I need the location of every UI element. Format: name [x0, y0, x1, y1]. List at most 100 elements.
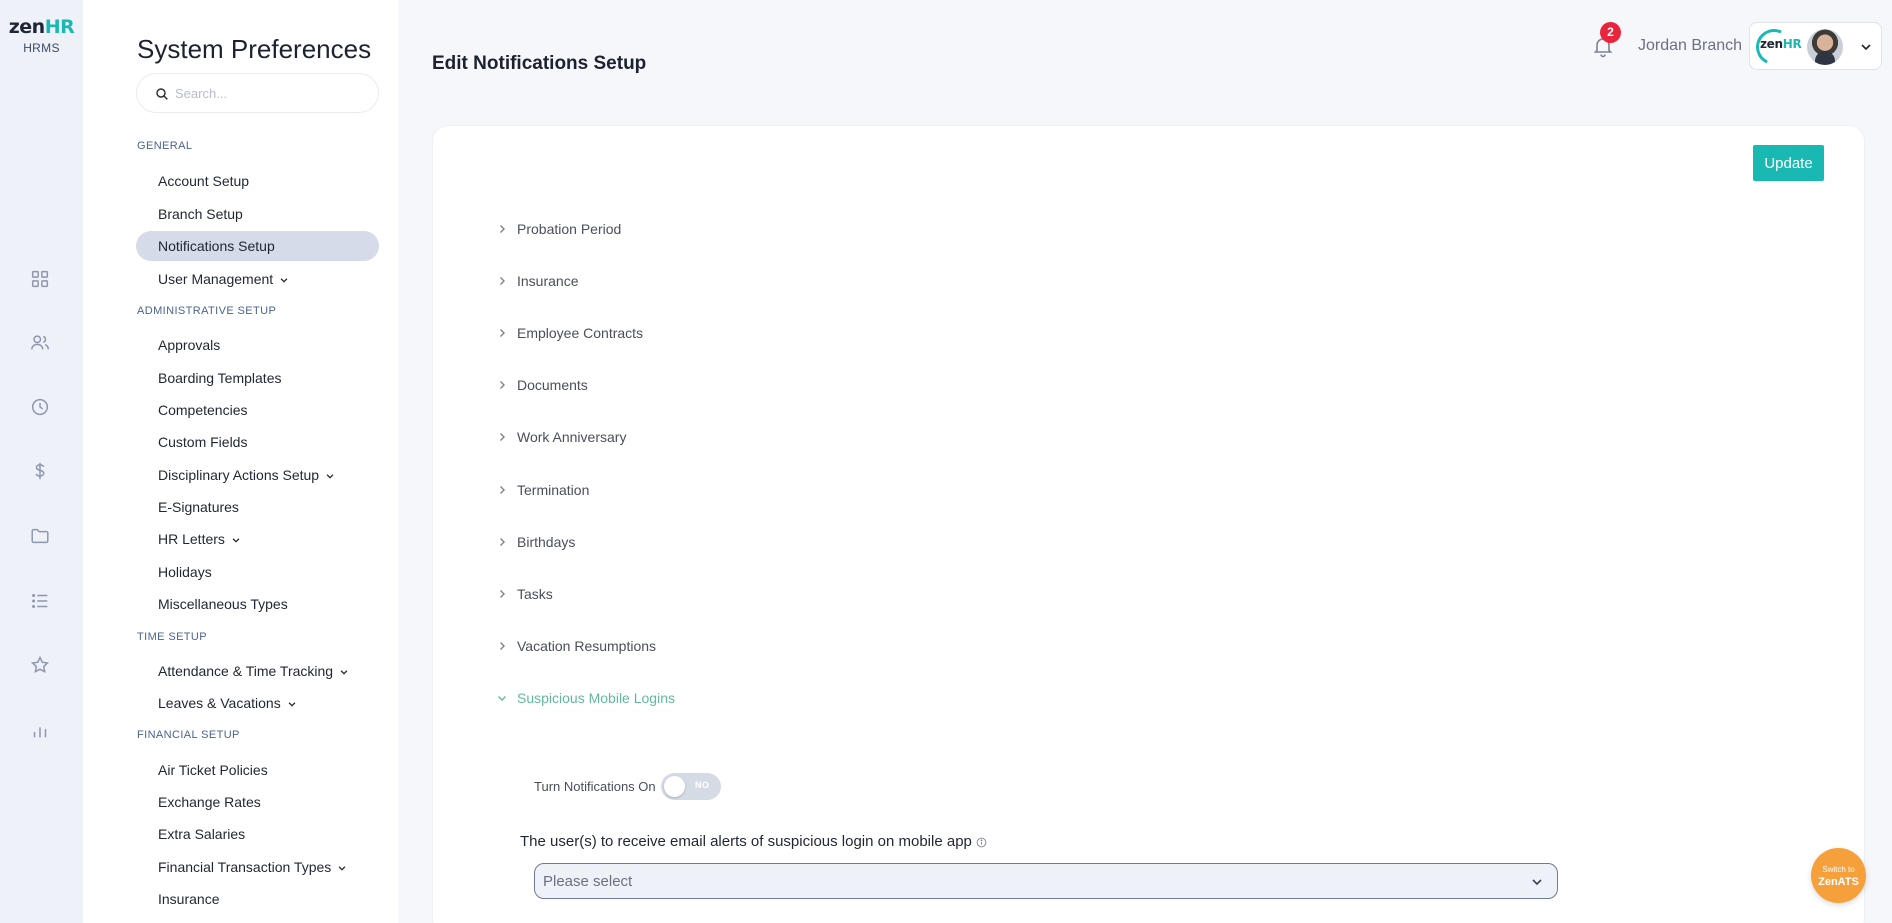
notification-badge: 2	[1600, 22, 1621, 43]
sidebar-item-user-management[interactable]: User Management	[136, 264, 379, 294]
dollar-icon[interactable]	[29, 460, 51, 482]
chevron-right-icon	[497, 380, 507, 390]
sidebar-item-label: Insurance	[158, 891, 220, 907]
bar-chart-icon[interactable]	[29, 720, 51, 742]
sidebar-item-branch-setup[interactable]: Branch Setup	[136, 199, 379, 229]
sidebar-item-custom-fields[interactable]: Custom Fields	[136, 427, 379, 457]
accordion-label: Documents	[517, 377, 588, 393]
sidebar-item-label: Air Ticket Policies	[158, 762, 268, 778]
page-title: Edit Notifications Setup	[432, 53, 647, 74]
mini-logo-accent: HR	[1782, 37, 1802, 51]
people-icon[interactable]	[29, 332, 51, 354]
sidebar-item-label: Notifications Setup	[158, 238, 275, 254]
sidebar-item-label: User Management	[158, 271, 274, 287]
select-placeholder: Please select	[543, 873, 633, 890]
chevron-right-icon	[497, 276, 507, 286]
chevron-down-icon	[279, 275, 289, 285]
section-administrative: ADMINISTRATIVE SETUP	[137, 305, 277, 317]
accordion-label: Probation Period	[517, 221, 622, 237]
accordion-label: Tasks	[517, 586, 553, 602]
section-time: TIME SETUP	[137, 631, 208, 643]
chevron-down-icon	[339, 667, 349, 677]
sidebar-item-label: Miscellaneous Types	[158, 596, 288, 612]
toggle-knob	[664, 776, 685, 797]
sidebar-item-approvals[interactable]: Approvals	[136, 330, 379, 360]
sidebar-item-competencies[interactable]: Competencies	[136, 395, 379, 425]
sidebar-item-label: Disciplinary Actions Setup	[158, 467, 320, 483]
accordion-label: Vacation Resumptions	[517, 638, 657, 654]
accordion-label: Birthdays	[517, 534, 576, 550]
search-input[interactable]	[175, 83, 365, 103]
fab-line2: ZenATS	[1818, 876, 1859, 888]
sidebar-item-extra-salaries[interactable]: Extra Salaries	[136, 819, 379, 849]
sidebar-item-label: Extra Salaries	[158, 826, 246, 842]
preferences-sidebar: System Preferences GENERAL Account Setup…	[83, 0, 398, 923]
search-icon	[154, 86, 170, 102]
sidebar-title: System Preferences	[137, 34, 372, 64]
notifications-toggle[interactable]: NO	[661, 773, 721, 800]
chevron-right-icon	[497, 537, 507, 547]
sidebar-item-e-signatures[interactable]: E-Signatures	[136, 492, 379, 522]
sidebar-item-holidays[interactable]: Holidays	[136, 557, 379, 587]
sidebar-item-disciplinary-actions[interactable]: Disciplinary Actions Setup	[136, 460, 379, 490]
mini-logo-main: zen	[1760, 37, 1783, 51]
section-financial: FINANCIAL SETUP	[137, 729, 240, 741]
sidebar-item-label: Boarding Templates	[158, 370, 282, 386]
sidebar-item-insurance[interactable]: Insurance	[136, 884, 379, 914]
sidebar-item-label: Holidays	[158, 564, 212, 580]
sidebar-item-label: Custom Fields	[158, 434, 248, 450]
accordion-label: Employee Contracts	[517, 325, 644, 341]
accordion-label: Insurance	[517, 273, 579, 289]
chevron-down-icon	[287, 699, 297, 709]
info-icon[interactable]	[976, 837, 987, 848]
fab-line1: Switch to	[1822, 865, 1855, 874]
recipients-field-label: The user(s) to receive email alerts of s…	[520, 833, 987, 850]
star-icon[interactable]	[29, 654, 51, 676]
section-general: GENERAL	[137, 140, 193, 152]
accordion-label: Work Anniversary	[517, 429, 627, 445]
sidebar-item-label: Competencies	[158, 402, 248, 418]
sidebar-search[interactable]	[136, 73, 379, 113]
app-rail: zenHR HRMS	[0, 0, 83, 923]
sidebar-item-label: HR Letters	[158, 531, 225, 547]
sidebar-item-financial-transaction-types[interactable]: Financial Transaction Types	[136, 852, 379, 882]
sidebar-item-label: Branch Setup	[158, 206, 243, 222]
sidebar-item-hr-letters[interactable]: HR Letters	[136, 524, 379, 554]
sidebar-item-air-ticket-policies[interactable]: Air Ticket Policies	[136, 755, 379, 785]
sidebar-item-leaves-vacations[interactable]: Leaves & Vacations	[136, 688, 379, 718]
avatar	[1807, 29, 1843, 65]
chevron-right-icon	[497, 224, 507, 234]
dashboard-icon[interactable]	[29, 268, 51, 290]
sidebar-item-boarding-templates[interactable]: Boarding Templates	[136, 363, 379, 393]
chevron-down-icon	[325, 471, 335, 481]
user-menu-button[interactable]: zenHR	[1749, 22, 1882, 71]
recipients-select[interactable]: Please select	[534, 863, 1558, 899]
chevron-right-icon	[497, 328, 507, 338]
sidebar-item-label: Leaves & Vacations	[158, 695, 281, 711]
sidebar-item-label: Financial Transaction Types	[158, 859, 332, 875]
accordion-label: Termination	[517, 482, 590, 498]
chevron-down-icon	[497, 693, 507, 703]
logo-sub-text: HRMS	[23, 41, 60, 55]
sidebar-item-label: Account Setup	[158, 173, 250, 189]
sidebar-item-account-setup[interactable]: Account Setup	[136, 166, 379, 196]
sidebar-item-label: Exchange Rates	[158, 794, 261, 810]
sidebar-item-attendance[interactable]: Attendance & Time Tracking	[136, 656, 379, 686]
update-button[interactable]: Update	[1753, 145, 1824, 181]
user-name[interactable]: Jordan Branch	[1638, 37, 1742, 55]
toggle-state-text: NO	[695, 780, 710, 790]
chevron-down-icon	[1859, 40, 1873, 54]
recipients-label-text: The user(s) to receive email alerts of s…	[520, 833, 972, 850]
list-icon[interactable]	[29, 590, 51, 612]
folder-icon[interactable]	[29, 525, 51, 547]
clock-icon[interactable]	[29, 396, 51, 418]
sidebar-item-miscellaneous-types[interactable]: Miscellaneous Types	[136, 589, 379, 619]
switch-to-zenats-button[interactable]: Switch to ZenATS	[1811, 848, 1866, 903]
chevron-down-icon	[1530, 875, 1544, 889]
accordion-label: Suspicious Mobile Logins	[517, 690, 675, 706]
sidebar-item-notifications-setup[interactable]: Notifications Setup	[136, 231, 379, 261]
zenhr-logo[interactable]: zenHR HRMS	[0, 16, 83, 55]
sidebar-item-exchange-rates[interactable]: Exchange Rates	[136, 787, 379, 817]
sidebar-item-label: Attendance & Time Tracking	[158, 663, 334, 679]
company-logo: zenHR	[1760, 37, 1802, 51]
